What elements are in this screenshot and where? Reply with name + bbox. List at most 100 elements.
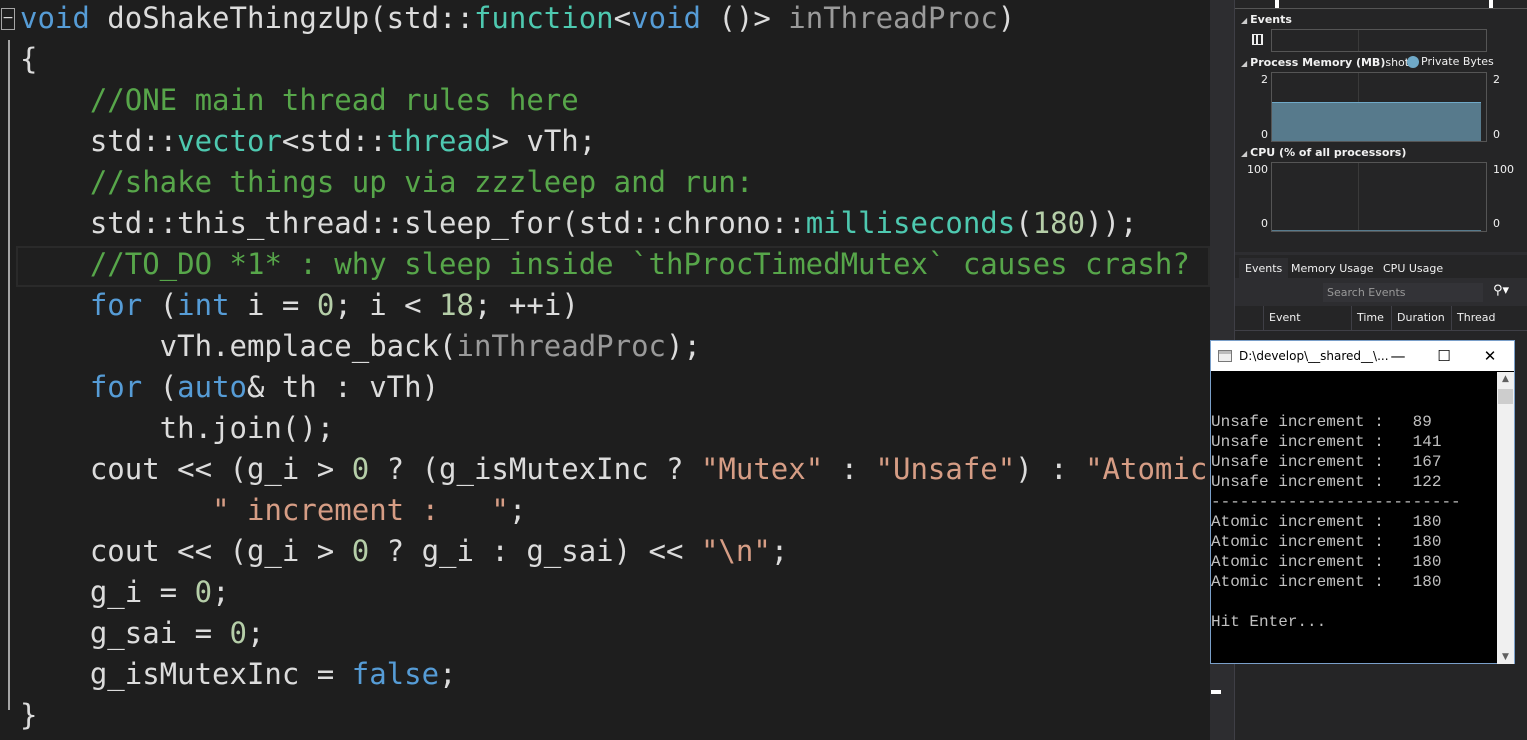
tab-memory-usage[interactable]: Memory Usage <box>1285 258 1380 279</box>
diagnostic-tabs: Events Memory Usage CPU Usage <box>1235 252 1527 279</box>
code-line[interactable]: " increment : "; <box>20 490 526 531</box>
code-line[interactable]: void doShakeThingzUp(std::function<void … <box>20 0 1015 39</box>
code-token: std:: <box>386 1 474 35</box>
code-line[interactable]: std::this_thread::sleep_for(std::chrono:… <box>20 203 1138 244</box>
code-token: false <box>351 657 440 691</box>
code-line[interactable]: cout << (g_i > 0 ? (g_isMutexInc ? "Mute… <box>20 449 1210 490</box>
code-token: } <box>20 698 38 732</box>
code-token: for <box>89 370 143 404</box>
tab-events[interactable]: Events <box>1239 258 1289 279</box>
code-token: std::this_thread::sleep_for(std::chrono:… <box>20 206 806 240</box>
console-line: Atomic increment : 180 <box>1211 513 1442 531</box>
code-token: vector <box>177 124 282 158</box>
tab-cpu-usage[interactable]: CPU Usage <box>1377 258 1449 279</box>
code-line[interactable]: for (int i = 0; i < 18; ++i) <box>20 285 579 326</box>
memory-section-header[interactable]: ◢ Process Memory (MB)shot <box>1241 56 1409 69</box>
code-line[interactable]: g_isMutexInc = false; <box>20 654 457 695</box>
code-token: ? g_i : g_sai) << <box>369 534 701 568</box>
code-line[interactable]: //ONE main thread rules here <box>20 80 579 121</box>
code-token: function <box>473 1 614 35</box>
code-line[interactable]: vTh.emplace_back(inThreadProc); <box>20 326 701 367</box>
console-title-bar[interactable]: D:\develop\__shared__\... — ☐ ✕ <box>1211 341 1514 371</box>
code-token: > vTh; <box>491 124 597 158</box>
memory-axis-max-right: 2 <box>1493 73 1500 86</box>
code-token: for <box>89 288 143 322</box>
code-token: & th : vTh) <box>247 370 440 404</box>
console-line: Hit Enter... <box>1211 613 1327 631</box>
code-line[interactable]: g_i = 0; <box>20 572 230 613</box>
console-window[interactable]: D:\develop\__shared__\... — ☐ ✕ Unsafe i… <box>1210 340 1515 694</box>
cpu-line <box>1272 230 1481 231</box>
scroll-up-icon[interactable]: ▲ <box>1497 374 1514 384</box>
code-line[interactable]: std::vector<std::thread> vTh; <box>20 121 596 162</box>
cpu-chart[interactable] <box>1271 162 1487 232</box>
code-token: cout << (g_i > <box>20 452 352 486</box>
console-line: Unsafe increment : 122 <box>1211 473 1442 491</box>
column-event[interactable]: Event <box>1263 306 1351 330</box>
maximize-button[interactable]: ☐ <box>1421 341 1467 371</box>
code-token: <std:: <box>281 124 387 158</box>
code-editor[interactable]: void doShakeThingzUp(std::function<void … <box>0 0 1210 740</box>
code-token: std:: <box>20 124 178 158</box>
code-token: thread <box>386 124 492 158</box>
code-token: "Atomic" <box>1085 452 1210 486</box>
code-token: ( <box>1015 206 1033 240</box>
console-scrollbar[interactable]: ▲ ▼ <box>1497 372 1514 664</box>
code-token: ; <box>212 575 230 609</box>
memory-area <box>1272 101 1481 141</box>
events-header-label: Events <box>1250 13 1292 26</box>
cpu-section-header[interactable]: ◢ CPU (% of all processors) <box>1241 146 1406 159</box>
code-line[interactable]: for (auto& th : vTh) <box>20 367 439 408</box>
code-token: " increment : " <box>212 493 509 527</box>
memory-axis-min-right: 0 <box>1493 128 1500 141</box>
code-line[interactable]: cout << (g_i > 0 ? g_i : g_sai) << "\n"; <box>20 531 788 572</box>
column-time[interactable]: Time <box>1351 306 1391 330</box>
collapse-toggle[interactable]: − <box>1 8 15 30</box>
events-track[interactable] <box>1271 29 1487 52</box>
close-button[interactable]: ✕ <box>1467 341 1513 371</box>
code-token: g_sai = <box>20 616 230 650</box>
pause-icon[interactable] <box>1252 34 1263 45</box>
events-section-header[interactable]: ◢ Events <box>1241 13 1292 26</box>
console-line: Unsafe increment : 89 <box>1211 413 1432 431</box>
code-token: ; <box>439 657 457 691</box>
code-token: 0 <box>351 534 370 568</box>
code-token: < <box>613 1 632 35</box>
code-line[interactable]: //TO_DO *1* : why sleep inside `thProcTi… <box>20 244 1190 285</box>
minimize-button[interactable]: — <box>1375 341 1421 371</box>
scroll-thumb[interactable] <box>1498 389 1513 404</box>
code-line[interactable]: } <box>20 695 37 736</box>
console-line: Atomic increment : 180 <box>1211 533 1442 551</box>
search-icon[interactable]: ⚲▾ <box>1493 283 1509 298</box>
code-token: void <box>20 1 90 35</box>
column-duration[interactable]: Duration <box>1391 306 1451 330</box>
code-line[interactable]: g_sai = 0; <box>20 613 265 654</box>
snapshot-legend: shot <box>1385 56 1410 69</box>
code-token: inThreadProc <box>456 329 667 363</box>
cpu-axis-max-right: 100 <box>1493 163 1514 176</box>
code-token: ; <box>508 493 527 527</box>
code-line[interactable]: { <box>20 39 37 80</box>
cpu-axis-max-left: 100 <box>1247 163 1268 176</box>
code-token: vTh.emplace_back( <box>20 329 457 363</box>
code-token: 0 <box>316 288 335 322</box>
events-table-header: Event Time Duration Thread <box>1235 306 1527 331</box>
code-line[interactable]: //shake things up via zzzleep and run: <box>20 162 753 203</box>
code-line[interactable]: th.join(); <box>20 408 335 449</box>
column-thread[interactable]: Thread <box>1451 306 1501 330</box>
code-token: inThreadProc <box>788 1 998 35</box>
cpu-axis-min-right: 0 <box>1493 217 1500 230</box>
code-token: ; i < <box>334 288 440 322</box>
scroll-down-icon[interactable]: ▼ <box>1497 652 1514 662</box>
code-token: ( <box>142 288 178 322</box>
timeline-ruler[interactable] <box>1235 0 1527 9</box>
memory-chart[interactable] <box>1271 72 1487 142</box>
console-output[interactable]: Unsafe increment : 89 Unsafe increment : … <box>1211 372 1498 694</box>
search-events-input[interactable]: Search Events <box>1323 283 1483 302</box>
code-token: 0 <box>194 575 213 609</box>
memory-header-label: Process Memory (MB) <box>1250 56 1386 69</box>
console-app-icon <box>1218 350 1232 362</box>
